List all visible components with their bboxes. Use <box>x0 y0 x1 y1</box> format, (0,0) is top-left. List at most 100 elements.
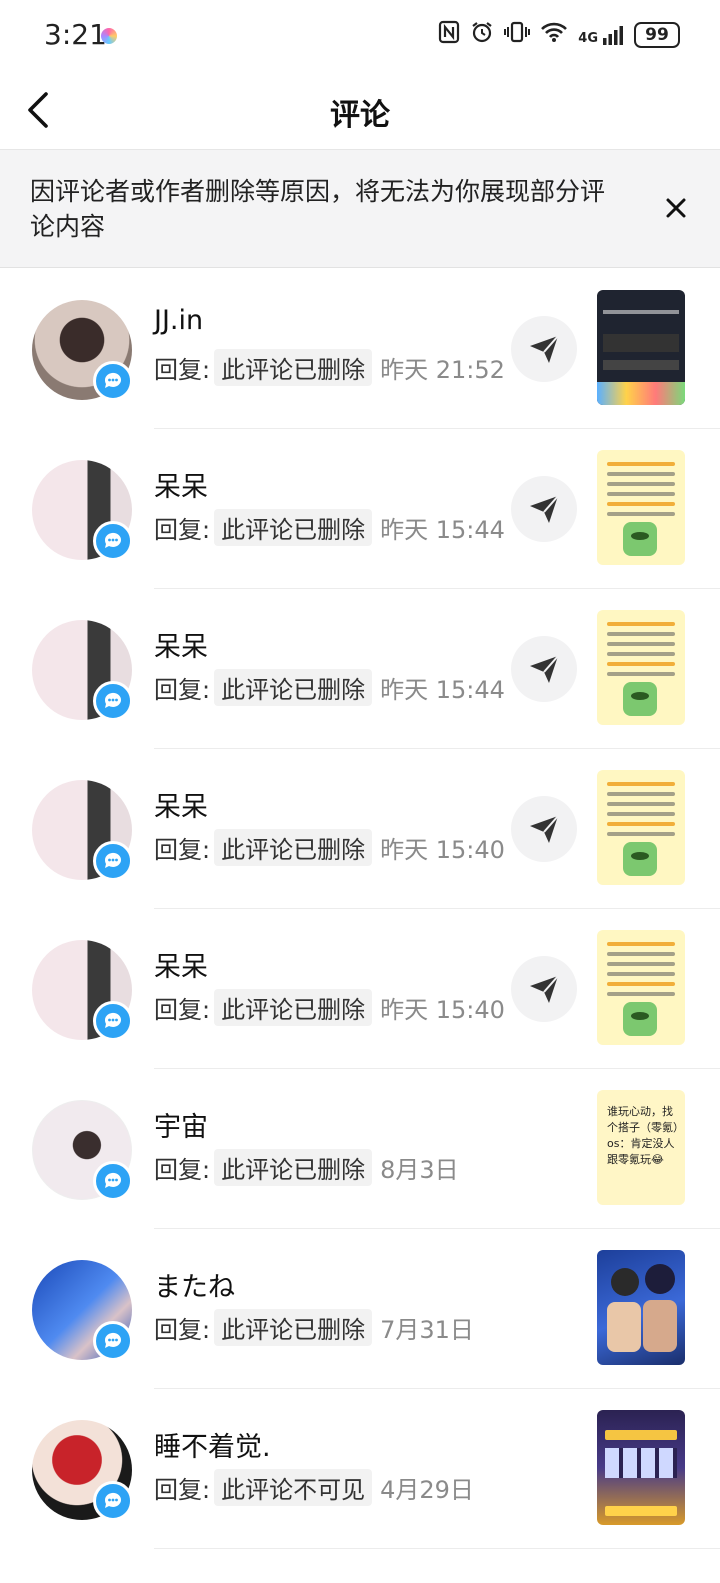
comment-time: 昨天 21:52 <box>380 356 505 384</box>
username[interactable]: 呆呆 <box>154 945 208 984</box>
comment-meta: 回复: 此评论已删除 昨天 15:40 <box>154 829 505 866</box>
battery-level: 99 <box>645 25 669 45</box>
comment-item[interactable]: 呆呆 回复: 此评论已删除 昨天 15:44 <box>0 589 720 749</box>
send-icon <box>530 335 559 363</box>
send-icon <box>530 495 559 523</box>
reply-button[interactable] <box>511 796 577 862</box>
notice-text: 因评论者或作者删除等原因，将无法为你展现部分评论内容 <box>30 177 606 241</box>
message-bubble-icon <box>104 1332 121 1348</box>
reply-label: 回复: <box>154 836 211 864</box>
post-thumbnail[interactable] <box>597 770 685 885</box>
frog-icon <box>623 522 657 556</box>
alarm-icon <box>470 20 494 50</box>
send-icon <box>530 815 559 843</box>
reply-button[interactable] <box>511 956 577 1022</box>
frog-icon <box>623 1002 657 1036</box>
reply-label: 回复: <box>154 676 211 704</box>
comment-item[interactable]: またね 回复: 此评论已删除 7月31日 <box>0 1229 720 1389</box>
message-bubble-icon <box>104 1012 121 1028</box>
message-bubble-icon <box>104 692 121 708</box>
post-thumbnail[interactable] <box>597 1410 685 1525</box>
frog-icon <box>623 842 657 876</box>
comment-badge <box>93 841 133 881</box>
comment-badge <box>93 681 133 721</box>
message-bubble-icon <box>104 1492 121 1508</box>
username[interactable]: JJ.in <box>154 305 203 336</box>
post-thumbnail[interactable] <box>597 450 685 565</box>
comment-item[interactable]: 呆呆 回复: 此评论已删除 昨天 15:40 <box>0 909 720 1069</box>
message-bubble-icon <box>104 1172 121 1188</box>
comment-time: 昨天 15:40 <box>380 996 505 1024</box>
username[interactable]: 呆呆 <box>154 465 208 504</box>
comment-badge <box>93 1321 133 1361</box>
comment-time: 昨天 15:44 <box>380 516 505 544</box>
comment-meta: 回复: 此评论已删除 昨天 21:52 <box>154 349 505 386</box>
reply-content: 此评论已删除 <box>214 349 373 386</box>
reply-content: 此评论已删除 <box>214 509 373 546</box>
username[interactable]: 呆呆 <box>154 785 208 824</box>
message-bubble-icon <box>104 372 121 388</box>
username[interactable]: 宇宙 <box>154 1105 208 1144</box>
comment-list: JJ.in 回复: 此评论已删除 昨天 21:52 呆呆 回复: 此评论已删除 … <box>0 269 720 1549</box>
reply-content: 此评论已删除 <box>214 829 373 866</box>
wifi-icon <box>540 21 568 49</box>
notice-close-button[interactable] <box>662 194 690 222</box>
comment-badge <box>93 1001 133 1041</box>
username[interactable]: またね <box>154 1265 235 1304</box>
reply-content: 此评论已删除 <box>214 1309 373 1346</box>
comment-badge <box>93 1481 133 1521</box>
vibrate-icon <box>504 20 531 50</box>
comment-item[interactable]: 宇宙 回复: 此评论已删除 8月3日 谁玩心动，找个搭子（零氪）os：肯定没人跟… <box>0 1069 720 1229</box>
reply-content: 此评论不可见 <box>214 1469 373 1506</box>
comment-time: 8月3日 <box>380 1156 459 1184</box>
comment-time: 昨天 15:44 <box>380 676 505 704</box>
thumbnail-text: 谁玩心动，找个搭子（零氪）os：肯定没人跟零氪玩😂 <box>607 1105 679 1166</box>
reply-content: 此评论已删除 <box>214 989 373 1026</box>
network-type-label: 4G <box>578 31 598 46</box>
battery-icon: 99 <box>634 22 680 48</box>
post-thumbnail[interactable] <box>597 1250 685 1365</box>
reply-content: 此评论已删除 <box>214 1149 373 1186</box>
reply-label: 回复: <box>154 1156 211 1184</box>
reply-content: 此评论已删除 <box>214 669 373 706</box>
notice-banner: 因评论者或作者删除等原因，将无法为你展现部分评论内容 <box>0 150 720 268</box>
nav-bar: 评论 <box>0 72 720 150</box>
comment-time: 昨天 15:40 <box>380 836 505 864</box>
post-thumbnail[interactable] <box>597 610 685 725</box>
comment-meta: 回复: 此评论不可见 4月29日 <box>154 1469 474 1506</box>
reply-button[interactable] <box>511 476 577 542</box>
comment-item[interactable]: 呆呆 回复: 此评论已删除 昨天 15:44 <box>0 429 720 589</box>
page-title: 评论 <box>330 98 390 133</box>
post-thumbnail[interactable]: 谁玩心动，找个搭子（零氪）os：肯定没人跟零氪玩😂 <box>597 1090 685 1205</box>
status-bar: 3:21 4G 99 <box>0 0 720 72</box>
status-icons: 4G 99 <box>438 20 680 50</box>
comment-item[interactable]: 睡不着觉. 回复: 此评论不可见 4月29日 <box>0 1389 720 1549</box>
post-thumbnail[interactable] <box>597 290 685 405</box>
reply-button[interactable] <box>511 316 577 382</box>
comment-badge <box>93 361 133 401</box>
reply-label: 回复: <box>154 356 211 384</box>
reply-button[interactable] <box>511 636 577 702</box>
assistant-dot-icon <box>101 28 117 44</box>
comment-badge <box>93 521 133 561</box>
reply-label: 回复: <box>154 996 211 1024</box>
send-icon <box>530 975 559 1003</box>
reply-label: 回复: <box>154 1476 211 1504</box>
post-thumbnail[interactable] <box>597 930 685 1045</box>
username[interactable]: 睡不着觉. <box>154 1425 271 1464</box>
close-icon <box>666 198 686 218</box>
nfc-icon <box>438 20 460 50</box>
comment-time: 7月31日 <box>380 1316 474 1344</box>
comment-item[interactable]: 呆呆 回复: 此评论已删除 昨天 15:40 <box>0 749 720 909</box>
comment-meta: 回复: 此评论已删除 昨天 15:40 <box>154 989 505 1026</box>
message-bubble-icon <box>104 852 121 868</box>
frog-icon <box>623 682 657 716</box>
comment-meta: 回复: 此评论已删除 昨天 15:44 <box>154 669 505 706</box>
username[interactable]: 呆呆 <box>154 625 208 664</box>
message-bubble-icon <box>104 532 121 548</box>
comment-meta: 回复: 此评论已删除 昨天 15:44 <box>154 509 505 546</box>
comment-item[interactable]: JJ.in 回复: 此评论已删除 昨天 21:52 <box>0 269 720 429</box>
reply-label: 回复: <box>154 516 211 544</box>
comment-badge <box>93 1161 133 1201</box>
comment-time: 4月29日 <box>380 1476 474 1504</box>
